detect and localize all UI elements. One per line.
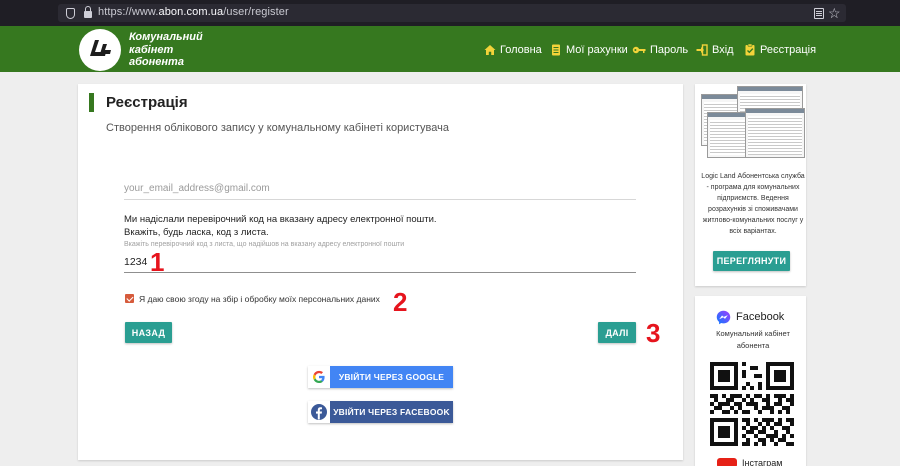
product-description: Logic Land Абонентська служба - програма…: [701, 173, 805, 235]
back-button[interactable]: Назад: [125, 322, 172, 343]
view-button[interactable]: Переглянути: [713, 251, 790, 271]
shield-icon[interactable]: [66, 8, 75, 19]
nav-login-label: Вхід: [712, 44, 734, 56]
login-icon: [696, 44, 708, 56]
facebook-icon: [308, 401, 330, 423]
page-subtitle: Створення облікового запису у комунально…: [106, 122, 449, 134]
nav-login[interactable]: Вхід: [696, 43, 734, 57]
next-button[interactable]: Далі: [598, 322, 636, 343]
nav-my-accounts[interactable]: Мої рахунки: [550, 43, 628, 57]
logo-text-line-1: Комунальний: [129, 31, 203, 43]
verification-message: Ми надіслали перевірочний код на вказану…: [124, 213, 437, 239]
home-icon: [484, 44, 496, 56]
annotation-3: 3: [646, 318, 661, 348]
messenger-icon: [716, 310, 731, 325]
nav-register[interactable]: Реєстрація: [744, 43, 816, 57]
nav-home-label: Головна: [500, 44, 542, 56]
nav-password-label: Пароль: [650, 44, 689, 56]
verification-message-line-2: Вкажіть, будь ласка, код з листа.: [124, 227, 269, 238]
nav-password[interactable]: Пароль: [632, 43, 688, 57]
email-field[interactable]: [124, 178, 636, 200]
facebook-card-subtitle: Комунальний кабінет абонента: [716, 329, 790, 350]
url-path: /user/register: [223, 6, 289, 18]
annotation-1: 1: [150, 247, 165, 277]
logo-text-line-3: абонента: [129, 56, 184, 68]
consent-label[interactable]: Я даю свою згоду на збір і обробку моїх …: [139, 294, 380, 304]
facebook-login-label: Увійти через Facebook: [333, 407, 450, 417]
verification-code-field[interactable]: [124, 252, 636, 273]
facebook-login-button[interactable]: Увійти через Facebook: [308, 401, 453, 423]
google-icon: [308, 366, 330, 388]
consent-checkbox[interactable]: [125, 294, 134, 303]
google-login-label: Увійти через Google: [338, 372, 445, 382]
page-title: Реєстрація: [106, 94, 188, 111]
nav-register-label: Реєстрація: [760, 44, 817, 56]
annotation-2: 2: [393, 287, 408, 317]
site-logo[interactable]: [79, 29, 121, 71]
key-icon: [632, 44, 646, 56]
url-prefix: https://www.: [98, 6, 159, 18]
facebook-card-title[interactable]: Facebook: [736, 311, 784, 323]
site-logo-text[interactable]: Комунальний кабінет абонента: [129, 31, 203, 69]
qr-code-image: [710, 362, 794, 446]
reader-mode-icon[interactable]: [814, 8, 824, 19]
code-field-hint: Вкажіть перевірочний код з листа, що над…: [124, 241, 405, 248]
bookmark-star-icon[interactable]: ☆: [828, 5, 841, 22]
youtube-icon[interactable]: [717, 458, 737, 466]
logo-mark-icon: [90, 40, 111, 56]
google-login-button[interactable]: Увійти через Google: [308, 366, 453, 388]
youtube-card-title[interactable]: Інстаграм: [742, 458, 782, 466]
lock-icon[interactable]: [84, 6, 92, 18]
nav-my-accounts-label: Мої рахунки: [566, 44, 628, 56]
url-domain: abon.com.ua: [158, 6, 224, 18]
receipt-icon: [550, 44, 562, 56]
product-screenshots-image[interactable]: [699, 84, 806, 162]
address-url[interactable]: https://www.abon.com.ua/user/register: [98, 6, 289, 18]
screenshot-thumb: [745, 108, 805, 158]
verification-message-line-1: Ми надіслали перевірочний код на вказану…: [124, 214, 437, 225]
nav-home[interactable]: Головна: [484, 43, 542, 57]
logo-text-line-2: кабінет: [129, 43, 174, 56]
clipboard-check-icon: [744, 43, 756, 56]
title-accent-bar: [89, 93, 94, 112]
